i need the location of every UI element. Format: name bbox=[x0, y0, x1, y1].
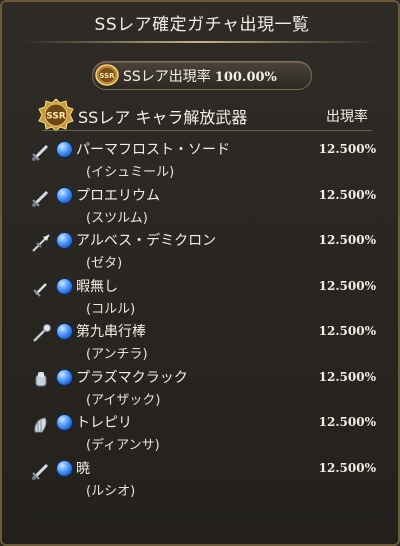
weapon-list: パーマフロスト・ソード (イシュミール) 12.500% プロエリウム (スツルム) 12… bbox=[2, 133, 400, 499]
list-item: 暇無し (コルル) 12.500% bbox=[2, 270, 400, 317]
list-item: 暁 (ルシオ) 12.500% bbox=[2, 452, 400, 499]
dagger-icon bbox=[30, 278, 52, 300]
rarity-rate-summary: SSR SSレア出現率 100.00% bbox=[92, 61, 312, 90]
sword-icon bbox=[30, 460, 52, 482]
drop-rate: 12.500% bbox=[318, 460, 376, 475]
gauntlet-icon bbox=[30, 369, 52, 391]
list-item: パーマフロスト・ソード (イシュミール) 12.500% bbox=[2, 133, 400, 180]
character-name: (コルル) bbox=[86, 301, 136, 317]
list-item: トレピリ (ディアンサ) 12.500% bbox=[2, 406, 400, 453]
harp-icon bbox=[30, 414, 52, 436]
character-name: (スツルム) bbox=[86, 210, 148, 226]
list-item: プラズマクラック (アイザック) 12.500% bbox=[2, 361, 400, 408]
summary-label: SSレア出現率 bbox=[123, 69, 211, 85]
weapon-name: 第九串行棒 bbox=[76, 324, 146, 340]
section-title: SSレア キャラ解放武器 bbox=[78, 108, 248, 127]
list-item: アルベス・デミクロン (ゼタ) 12.500% bbox=[2, 224, 400, 271]
title-divider bbox=[22, 41, 378, 43]
gacha-rate-panel: SSレア確定ガチャ出現一覧 SSR SSレア出現率 100.00% SSR SSレ… bbox=[0, 0, 400, 546]
water-element-icon bbox=[57, 233, 72, 248]
sword-icon bbox=[30, 141, 52, 163]
ssr-section-badge-icon: SSR bbox=[38, 98, 74, 132]
weapon-name: プロエリウム bbox=[76, 187, 160, 204]
drop-rate: 12.500% bbox=[318, 233, 376, 247]
drop-rate: 12.500% bbox=[318, 369, 376, 384]
character-name: (ルシオ) bbox=[86, 483, 136, 499]
weapon-name: プラズマクラック bbox=[76, 369, 188, 386]
panel-title: SSレア確定ガチャ出現一覧 bbox=[94, 15, 310, 35]
spear-icon bbox=[30, 232, 52, 254]
weapon-name: トレピリ bbox=[76, 415, 132, 431]
section-divider bbox=[42, 130, 372, 131]
drop-rate: 12.500% bbox=[318, 278, 376, 293]
svg-text:SSR: SSR bbox=[46, 112, 66, 122]
water-element-icon bbox=[57, 142, 72, 157]
character-name: (アイザック) bbox=[86, 392, 161, 408]
water-element-icon bbox=[57, 278, 72, 294]
summary-rate: 100.00% bbox=[214, 70, 277, 85]
staff-icon bbox=[30, 323, 52, 345]
character-name: (ディアンサ) bbox=[86, 438, 160, 453]
svg-text:SSR: SSR bbox=[99, 72, 115, 80]
water-element-icon bbox=[57, 187, 72, 203]
water-element-icon bbox=[57, 324, 72, 339]
water-element-icon bbox=[57, 460, 72, 476]
drop-rate: 12.500% bbox=[318, 142, 376, 156]
drop-rate: 12.500% bbox=[318, 324, 376, 338]
character-name: (ゼタ) bbox=[86, 256, 123, 271]
weapon-name: 暁 bbox=[76, 460, 90, 477]
character-name: (イシュミール) bbox=[86, 165, 175, 180]
character-name: (アンチラ) bbox=[86, 347, 148, 362]
drop-rate: 12.500% bbox=[318, 187, 376, 202]
weapon-name: 暇無し bbox=[76, 278, 118, 295]
list-item: プロエリウム (スツルム) 12.500% bbox=[2, 179, 400, 226]
weapon-name: パーマフロスト・ソード bbox=[76, 142, 230, 158]
weapon-name: アルベス・デミクロン bbox=[76, 233, 217, 249]
sword-icon bbox=[30, 187, 52, 209]
ssr-badge-icon: SSR bbox=[95, 64, 119, 86]
water-element-icon bbox=[57, 415, 72, 430]
water-element-icon bbox=[57, 369, 72, 385]
drop-rate: 12.500% bbox=[318, 415, 376, 429]
list-item: 第九串行棒 (アンチラ) 12.500% bbox=[2, 315, 400, 362]
rate-column-header: 出現率 bbox=[326, 109, 368, 125]
